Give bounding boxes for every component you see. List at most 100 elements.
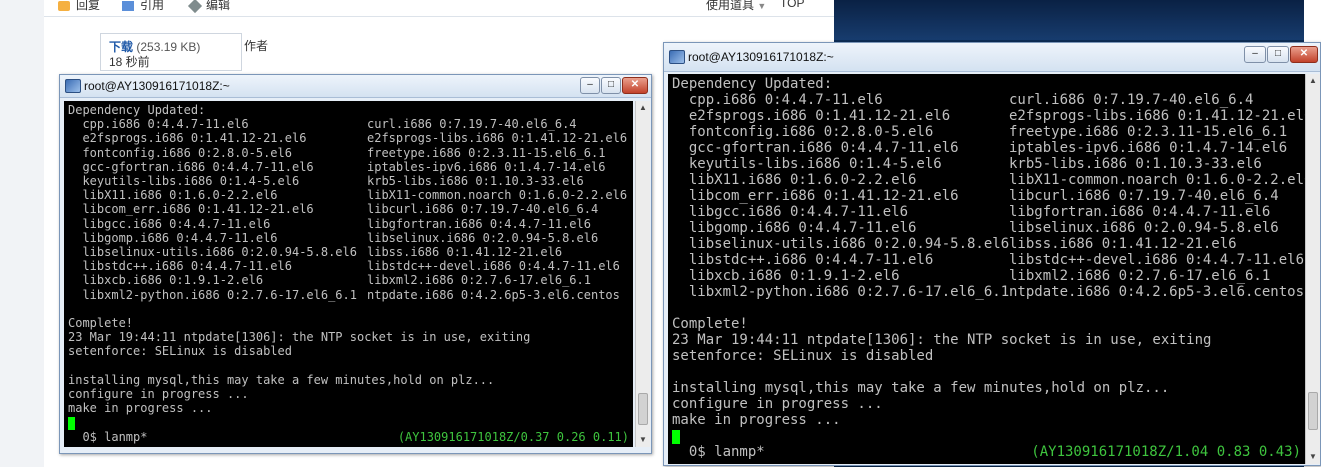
terminal-line: installing mysql,this may take a few min… [68, 372, 495, 387]
terminal-line-col2: curl.i686 0:7.19.7-40.el6_6.4 [1009, 92, 1254, 108]
putty-window-small[interactable]: root@AY130916171018Z:~ – □ ✕ Dependency … [59, 74, 652, 454]
scroll-up-arrow-icon[interactable]: ▲ [636, 101, 650, 115]
terminal-line: libgcc.i686 0:4.4.7-11.el6 [68, 216, 271, 231]
status-line-prompt: 0$ lanmp* [68, 430, 148, 444]
terminal-line-col2: libcurl.i686 0:7.19.7-40.el6_6.4 [1009, 188, 1279, 204]
terminal-line-col2: libstdc++-devel.i686 0:4.4.7-11.el6 [367, 259, 620, 274]
terminal-line: e2fsprogs.i686 0:1.41.12-21.el6 [672, 108, 951, 124]
terminal-line-col2: libxml2.i686 0:2.7.6-17.el6_6.1 [1009, 268, 1271, 284]
terminal-line-col2: libcurl.i686 0:7.19.7-40.el6_6.4 [367, 202, 599, 217]
edit-icon [187, 0, 203, 13]
terminal-line-col2: freetype.i686 0:2.3.11-15.el6_6.1 [367, 145, 606, 160]
terminal-line: libxcb.i686 0:1.9.1-2.el6 [672, 268, 900, 284]
chevron-down-icon: ▼ [757, 1, 767, 11]
terminal-line: Dependency Updated: [68, 103, 206, 117]
terminal-line: keyutils-libs.i686 0:1.4-5.el6 [672, 156, 942, 172]
putty-window-large[interactable]: root@AY130916171018Z:~ – □ ✕ Dependency … [663, 42, 1321, 466]
terminal-line: libcom_err.i686 0:1.41.12-21.el6 [672, 188, 959, 204]
author-label: 作者 [244, 39, 269, 53]
terminal-output-large[interactable]: Dependency Updated: cpp.i686 0:4.4.7-11.… [668, 74, 1305, 464]
close-button[interactable]: ✕ [622, 77, 648, 94]
attachment-time: 18 秒前 [109, 55, 150, 69]
terminal-line-col2: curl.i686 0:7.19.7-40.el6_6.4 [367, 117, 577, 132]
terminal-cursor [672, 430, 680, 444]
scrollbar-thumb[interactable] [638, 393, 648, 425]
edit-label: 编辑 [206, 0, 231, 12]
terminal-cursor [68, 417, 75, 430]
scrollbar-thumb[interactable] [1308, 392, 1318, 430]
terminal-line-col2: libgfortran.i686 0:4.4.7-11.el6 [1009, 204, 1271, 220]
quote-icon [122, 0, 134, 11]
terminal-line: fontconfig.i686 0:2.8.0-5.el6 [68, 145, 292, 160]
terminal-line: libgomp.i686 0:4.4.7-11.el6 [68, 230, 278, 245]
terminal-line: libgomp.i686 0:4.4.7-11.el6 [672, 220, 917, 236]
terminal-line-col2: krb5-libs.i686 0:1.10.3-33.el6 [1009, 156, 1262, 172]
use-tools-menu[interactable]: 使用道具 ▼ [706, 0, 766, 13]
putty-app-icon [669, 50, 685, 64]
attachment-size: (253.19 KB) [136, 40, 201, 54]
terminal-line: libstdc++.i686 0:4.4.7-11.el6 [68, 259, 292, 274]
attachment-popup: 下载 (253.19 KB) 18 秒前 [100, 33, 242, 71]
terminal-line: libgcc.i686 0:4.4.7-11.el6 [672, 204, 909, 220]
scroll-down-arrow-icon[interactable]: ▼ [636, 433, 650, 447]
quote-button[interactable]: 引用 [122, 0, 164, 13]
terminal-line: setenforce: SELinux is disabled [68, 344, 292, 359]
terminal-line: make in progress ... [672, 412, 841, 428]
maximize-button[interactable]: □ [1267, 46, 1289, 63]
edit-button[interactable]: 编辑 [187, 0, 231, 13]
terminal-line-col2: libgfortran.i686 0:4.4.7-11.el6 [367, 216, 591, 231]
post-action-bar: 回复 引用 编辑 使用道具 ▼ TOP [44, 0, 834, 17]
status-line-load: (AY130916171018Z/0.37 0.26 0.11) [397, 430, 629, 444]
reply-button[interactable]: 回复 [58, 0, 100, 13]
terminal-line: libX11.i686 0:1.6.0-2.2.el6 [672, 172, 917, 188]
terminal-line-col2: libxml2.i686 0:2.7.6-17.el6_6.1 [367, 273, 591, 288]
minimize-button[interactable]: – [580, 77, 600, 94]
terminal-line-col2: libX11-common.noarch 0:1.6.0-2.2.el6 [367, 188, 628, 203]
scroll-down-arrow-icon[interactable]: ▼ [1306, 450, 1320, 464]
status-line-load: (AY130916171018Z/1.04 0.83 0.43) [1031, 444, 1301, 460]
terminal-line-col2: ntpdate.i686 0:4.2.6p5-3.el6.centos [1009, 284, 1305, 300]
scrollbar-large[interactable]: ▲ ▼ [1305, 74, 1320, 464]
terminal-line: libxml2-python.i686 0:2.7.6-17.el6_6.1 [672, 284, 1010, 300]
terminal-output-small[interactable]: Dependency Updated: cpp.i686 0:4.4.7-11.… [64, 101, 633, 447]
terminal-line-col2: iptables-ipv6.i686 0:1.4.7-14.el6 [367, 159, 606, 174]
scrollbar-small[interactable]: ▲ ▼ [635, 101, 650, 447]
terminal-line: keyutils-libs.i686 0:1.4-5.el6 [68, 174, 300, 188]
quote-label: 引用 [140, 0, 165, 12]
top-link[interactable]: TOP [780, 0, 804, 10]
close-button[interactable]: ✕ [1290, 46, 1318, 63]
page-left-margin [0, 0, 45, 467]
terminal-line: Complete! [68, 316, 134, 330]
terminal-line: Complete! [672, 316, 748, 332]
maximize-button[interactable]: □ [601, 77, 621, 94]
download-link[interactable]: 下载 [109, 40, 133, 54]
minimize-button[interactable]: – [1244, 46, 1266, 63]
terminal-line: 23 Mar 19:44:11 ntpdate[1306]: the NTP s… [68, 330, 531, 345]
terminal-line-col2: libss.i686 0:1.41.12-21.el6 [1009, 236, 1237, 252]
terminal-line-col2: libss.i686 0:1.41.12-21.el6 [367, 245, 563, 259]
putty-small-title: root@AY130916171018Z:~ [84, 79, 230, 93]
terminal-line-col2: iptables-ipv6.i686 0:1.4.7-14.el6 [1009, 140, 1288, 156]
scroll-up-arrow-icon[interactable]: ▲ [1306, 74, 1320, 88]
terminal-line-col2: e2fsprogs-libs.i686 0:1.41.12-21.el6 [1009, 108, 1305, 124]
status-line-prompt: 0$ lanmp* [672, 444, 765, 460]
terminal-line: libcom_err.i686 0:1.41.12-21.el6 [68, 202, 314, 217]
terminal-line: e2fsprogs.i686 0:1.41.12-21.el6 [68, 131, 307, 146]
terminal-line-col2: krb5-libs.i686 0:1.10.3-33.el6 [367, 174, 584, 188]
terminal-line-col2: libselinux.i686 0:2.0.94-5.8.el6 [1009, 220, 1279, 236]
terminal-line: cpp.i686 0:4.4.7-11.el6 [672, 92, 883, 108]
terminal-line: make in progress ... [68, 401, 213, 416]
terminal-line: setenforce: SELinux is disabled [672, 348, 934, 364]
terminal-line: libxml2-python.i686 0:2.7.6-17.el6_6.1 [68, 287, 357, 302]
desktop-background-top [834, 0, 1304, 40]
terminal-line-col2: e2fsprogs-libs.i686 0:1.41.12-21.el6 [367, 131, 628, 146]
terminal-line: cpp.i686 0:4.4.7-11.el6 [68, 117, 249, 132]
terminal-line: installing mysql,this may take a few min… [672, 380, 1170, 396]
terminal-line: libselinux-utils.i686 0:2.0.94-5.8.el6 [672, 236, 1010, 252]
putty-large-titlebar[interactable]: root@AY130916171018Z:~ – □ ✕ [664, 43, 1320, 72]
terminal-line: configure in progress ... [672, 396, 883, 412]
terminal-line: libxcb.i686 0:1.9.1-2.el6 [68, 273, 264, 288]
reply-icon [58, 0, 70, 11]
terminal-line: libX11.i686 0:1.6.0-2.2.el6 [68, 188, 278, 203]
putty-small-titlebar[interactable]: root@AY130916171018Z:~ – □ ✕ [60, 75, 651, 98]
